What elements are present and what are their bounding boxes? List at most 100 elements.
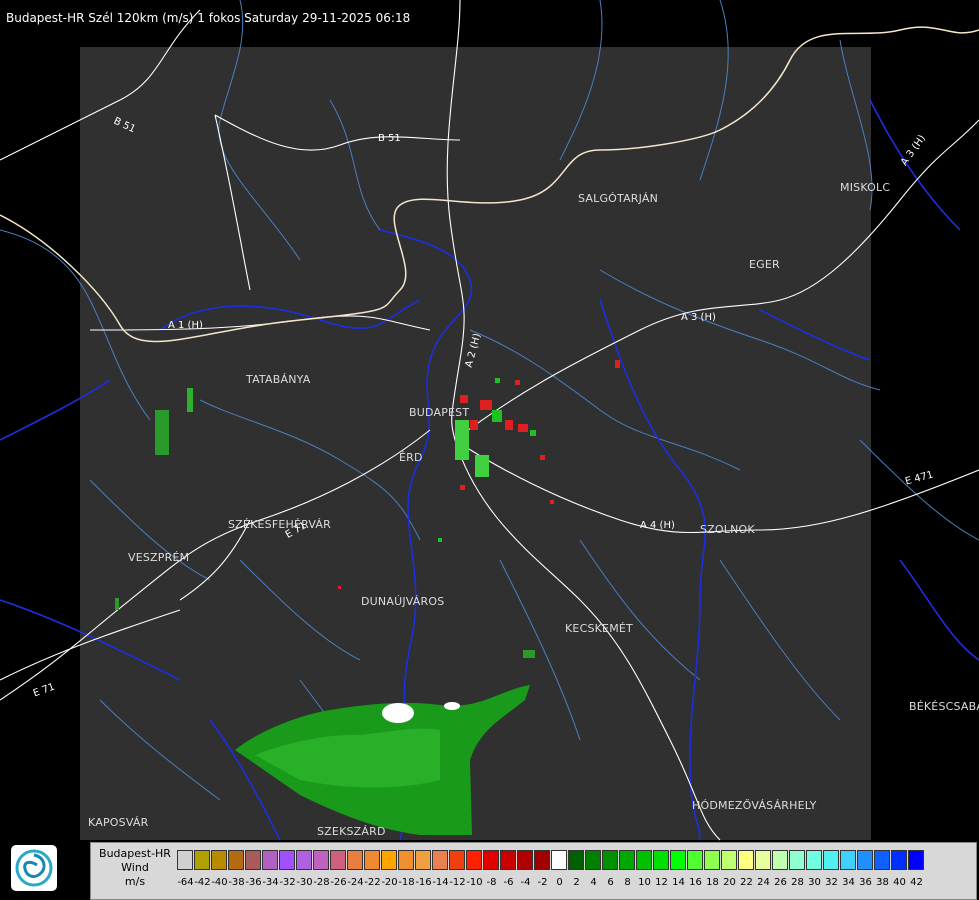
legend-swatch [568,850,584,870]
radar-map [0,0,979,841]
city-label-veszprem: VESZPRÉM [128,551,190,564]
legend-swatch [364,850,380,870]
legend-swatch [296,850,312,870]
legend-swatch [415,850,431,870]
legend-swatch [177,850,193,870]
legend-swatch [738,850,754,870]
legend-swatch [636,850,652,870]
legend-swatch [602,850,618,870]
legend-tick-label: -14 [432,877,449,888]
road-label-a4: A 4 (H) [640,520,675,531]
city-label-szekesfehervar: SZÉKESFEHÉRVÁR [228,518,331,531]
legend-swatch [398,850,414,870]
legend-swatch [245,850,261,870]
legend-title: Budapest-HR Wind m/s [95,847,175,889]
legend-swatch [687,850,703,870]
legend-tick-label: 2 [573,877,580,888]
city-label-miskolc: MISKOLC [840,181,891,194]
legend-tick-label: -18 [398,877,415,888]
legend-tick-label: -24 [347,877,364,888]
legend-tick-label: -38 [228,877,245,888]
road-label-a3: A 3 (H) [681,312,716,323]
legend-swatch [330,850,346,870]
legend-swatch [347,850,363,870]
legend-swatch [619,850,635,870]
legend-tick-label: 8 [624,877,631,888]
legend-tick-label: -64 [177,877,194,888]
legend-tick-label: 16 [689,877,702,888]
color-legend: Budapest-HR Wind m/s -64 -42 -40 -38 -36 -34 -… [90,842,977,900]
legend-tick-label: -20 [381,877,398,888]
legend-tick-label: -30 [296,877,313,888]
legend-tick-label: 24 [757,877,770,888]
city-label-bekescsaba: BÉKÉSCSABA [909,700,979,713]
legend-tick-label: -36 [245,877,262,888]
legend-tick-label: -34 [262,877,279,888]
legend-tick-label: -2 [537,877,548,888]
legend-swatch [483,850,499,870]
city-label-budapest: BUDAPEST [409,406,470,419]
road-label-b51-east: B 51 [378,133,401,144]
legend-tick-label: 32 [825,877,838,888]
legend-swatch [194,850,210,870]
legend-tick-label: 34 [842,877,855,888]
city-label-salgotarjan: SALGÓTARJÁN [578,192,659,205]
legend-swatch [313,850,329,870]
legend-swatch [551,850,567,870]
legend-swatch [755,850,771,870]
legend-tick-label: -26 [330,877,347,888]
legend-tick-label: 28 [791,877,804,888]
swirl-icon [15,849,53,887]
legend-swatch [721,850,737,870]
legend-swatch [585,850,601,870]
legend-tick-label: 42 [910,877,923,888]
legend-swatch [789,850,805,870]
legend-tick-label: -40 [211,877,228,888]
legend-tick-label: -28 [313,877,330,888]
legend-tick-label: 10 [638,877,651,888]
legend-tick-label: 36 [859,877,872,888]
legend-tick-label: 22 [740,877,753,888]
legend-tick-label: 20 [723,877,736,888]
legend-swatch [534,850,550,870]
legend-ticks: -64 -42 -40 -38 -36 -34 -32 -30 -28 -26 -24 -22 -20-… [177,877,925,888]
legend-swatch [704,850,720,870]
legend-tick-label: 18 [706,877,719,888]
legend-swatch [449,850,465,870]
legend-swatch [653,850,669,870]
legend-tick-label: 12 [655,877,668,888]
legend-swatch [908,850,924,870]
legend-tick-label: -12 [449,877,466,888]
legend-tick-label: 6 [607,877,614,888]
legend-swatch [500,850,516,870]
city-label-erd: ÉRD [399,451,423,464]
legend-swatch [806,850,822,870]
legend-title-line2: Wind [121,861,149,874]
legend-swatch [772,850,788,870]
legend-swatch [279,850,295,870]
legend-swatches [177,850,925,870]
legend-swatch [262,850,278,870]
city-label-kaposvar: KAPOSVÁR [88,816,149,829]
legend-tick-label: 0 [556,877,563,888]
legend-swatch [840,850,856,870]
city-label-hodmezovasarhely: HÓDMEZŐVÁSÁRHELY [692,799,817,812]
legend-tick-label: -10 [466,877,483,888]
road-label-a1: A 1 (H) [168,320,203,331]
legend-tick-label: -22 [364,877,381,888]
legend-swatch [517,850,533,870]
city-label-szekszard: SZEKSZÁRD [317,825,386,838]
legend-tick-label: -42 [194,877,211,888]
city-label-szolnok: SZOLNOK [700,523,755,536]
legend-tick-label: -16 [415,877,432,888]
legend-swatch [211,850,227,870]
legend-title-line1: Budapest-HR [99,847,171,860]
city-label-eger: EGER [749,258,780,271]
legend-swatch [381,850,397,870]
city-label-dunaujvaros: DUNAÚJVÁROS [361,595,445,608]
legend-swatch [466,850,482,870]
legend-swatch [228,850,244,870]
legend-tick-label: 40 [893,877,906,888]
legend-swatch [670,850,686,870]
legend-tick-label: -6 [503,877,514,888]
